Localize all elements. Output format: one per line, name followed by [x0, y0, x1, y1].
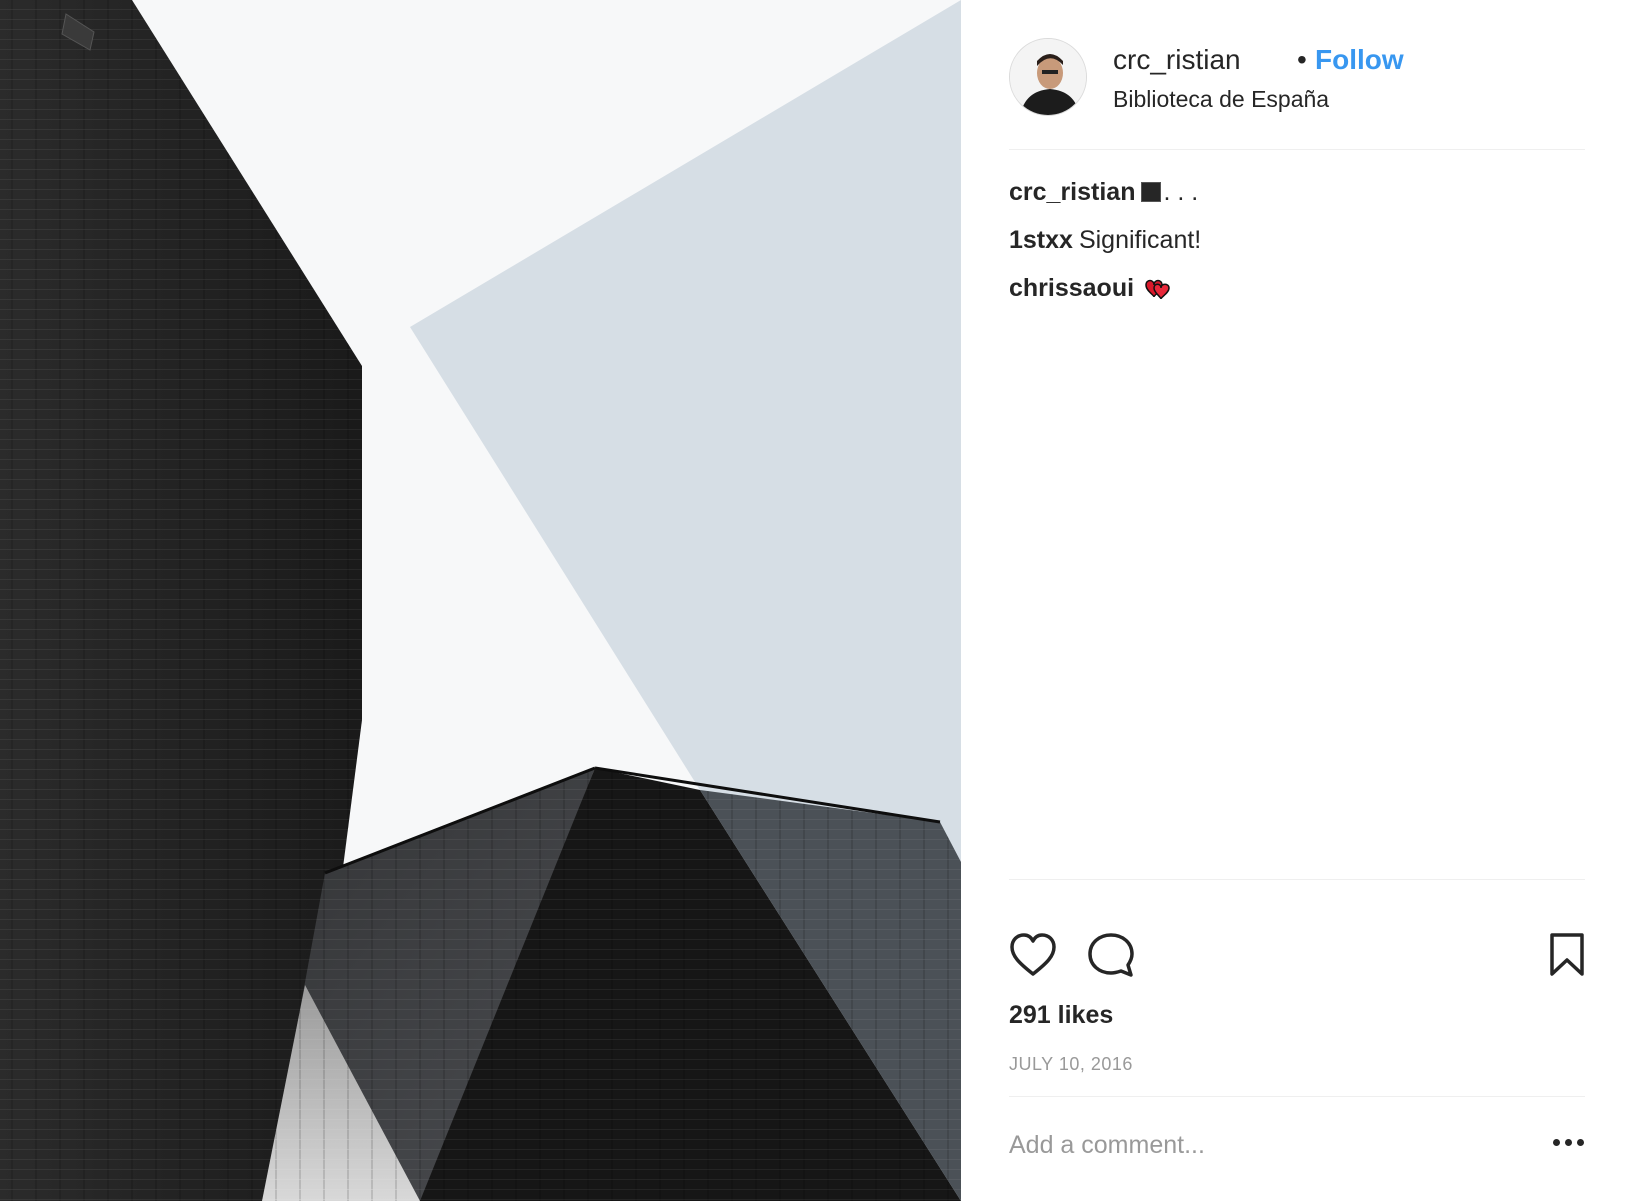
- likes-count[interactable]: 291 likes: [1009, 1001, 1113, 1030]
- action-bar: [1009, 932, 1585, 980]
- list-item: 1stxx Significant!: [1009, 226, 1585, 274]
- comment-text: Significant!: [1078, 226, 1202, 254]
- list-item: chrissaoui: [1009, 274, 1585, 322]
- follow-button[interactable]: Follow: [1315, 44, 1404, 76]
- actions-divider: [1009, 879, 1585, 880]
- header-username[interactable]: crc_ristian: [1113, 44, 1241, 76]
- comment-text: . . .: [1163, 178, 1199, 206]
- post-photo[interactable]: [0, 0, 961, 1201]
- comment-username[interactable]: crc_ristian: [1009, 178, 1135, 206]
- comment-icon[interactable]: [1087, 932, 1135, 983]
- comment-divider: [1009, 1096, 1585, 1097]
- post-date[interactable]: JULY 10, 2016: [1009, 1054, 1133, 1075]
- architecture-photo: [0, 0, 961, 1201]
- red-hearts-emoji-icon: [1140, 276, 1172, 309]
- comments-list: crc_ristian . . . 1stxx Significant! chris…: [1009, 178, 1585, 322]
- comment-form: [1009, 1120, 1585, 1172]
- location-link[interactable]: Biblioteca de España: [1113, 86, 1329, 113]
- profile-picture: [1010, 39, 1086, 115]
- comment-username[interactable]: 1stxx: [1009, 226, 1073, 254]
- avatar[interactable]: [1009, 38, 1087, 116]
- bookmark-icon[interactable]: [1549, 932, 1585, 983]
- black-square-emoji-icon: [1141, 182, 1162, 202]
- header-divider: [1009, 149, 1585, 150]
- more-options-icon[interactable]: [1553, 1138, 1585, 1148]
- separator-dot: •: [1297, 44, 1307, 75]
- post-header: crc_ristian • Follow Biblioteca de Españ…: [1009, 38, 1585, 118]
- post-side-panel: crc_ristian • Follow Biblioteca de Españ…: [961, 0, 1626, 1201]
- list-item: crc_ristian . . .: [1009, 178, 1585, 226]
- comment-input[interactable]: [1009, 1120, 1509, 1170]
- comment-username[interactable]: chrissaoui: [1009, 274, 1134, 302]
- heart-icon[interactable]: [1009, 932, 1057, 983]
